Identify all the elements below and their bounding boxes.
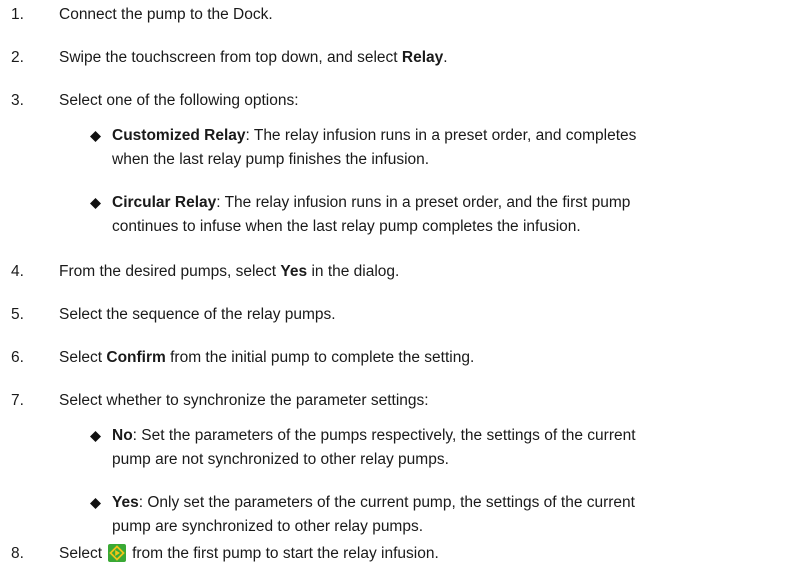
step-text: From the desired pumps, select Yes in th… [59, 263, 400, 280]
step-text: Select Confirm from the initial pump to … [59, 349, 475, 366]
option-text: Yes: Only set the parameters of the curr… [112, 494, 635, 535]
relay-term: Relay [401, 49, 444, 66]
confirm-term: Confirm [106, 349, 166, 366]
diamond-bullet-icon [90, 498, 101, 509]
option-text: No: Set the parameters of the pumps resp… [112, 427, 636, 468]
start-infusion-icon [108, 544, 127, 562]
step-text: Select one of the following options: [59, 92, 299, 109]
diamond-bullet-icon [90, 198, 101, 209]
option-text: Circular Relay: The relay infusion runs … [112, 194, 631, 235]
yes-term: Yes [280, 263, 308, 280]
step-number: 3. [11, 92, 24, 109]
step-text: Select from the first pump to start the r… [59, 544, 439, 562]
step-number: 7. [11, 392, 24, 409]
step-number: 2. [11, 49, 24, 66]
step-number: 5. [11, 306, 24, 323]
option-text: Customized Relay: The relay infusion run… [112, 127, 637, 168]
step-number: 4. [11, 263, 24, 280]
step-number: 1. [11, 6, 24, 23]
diamond-bullet-icon [90, 131, 101, 142]
step-text: Select the sequence of the relay pumps. [59, 306, 336, 323]
step-text: Select whether to synchronize the parame… [59, 392, 429, 409]
step-text: Swipe the touchscreen from top down, and… [59, 49, 448, 66]
diamond-bullet-icon [90, 431, 101, 442]
step-number: 8. [11, 545, 24, 562]
step-number: 6. [11, 349, 24, 366]
step-text: Connect the pump to the Dock. [59, 6, 273, 23]
